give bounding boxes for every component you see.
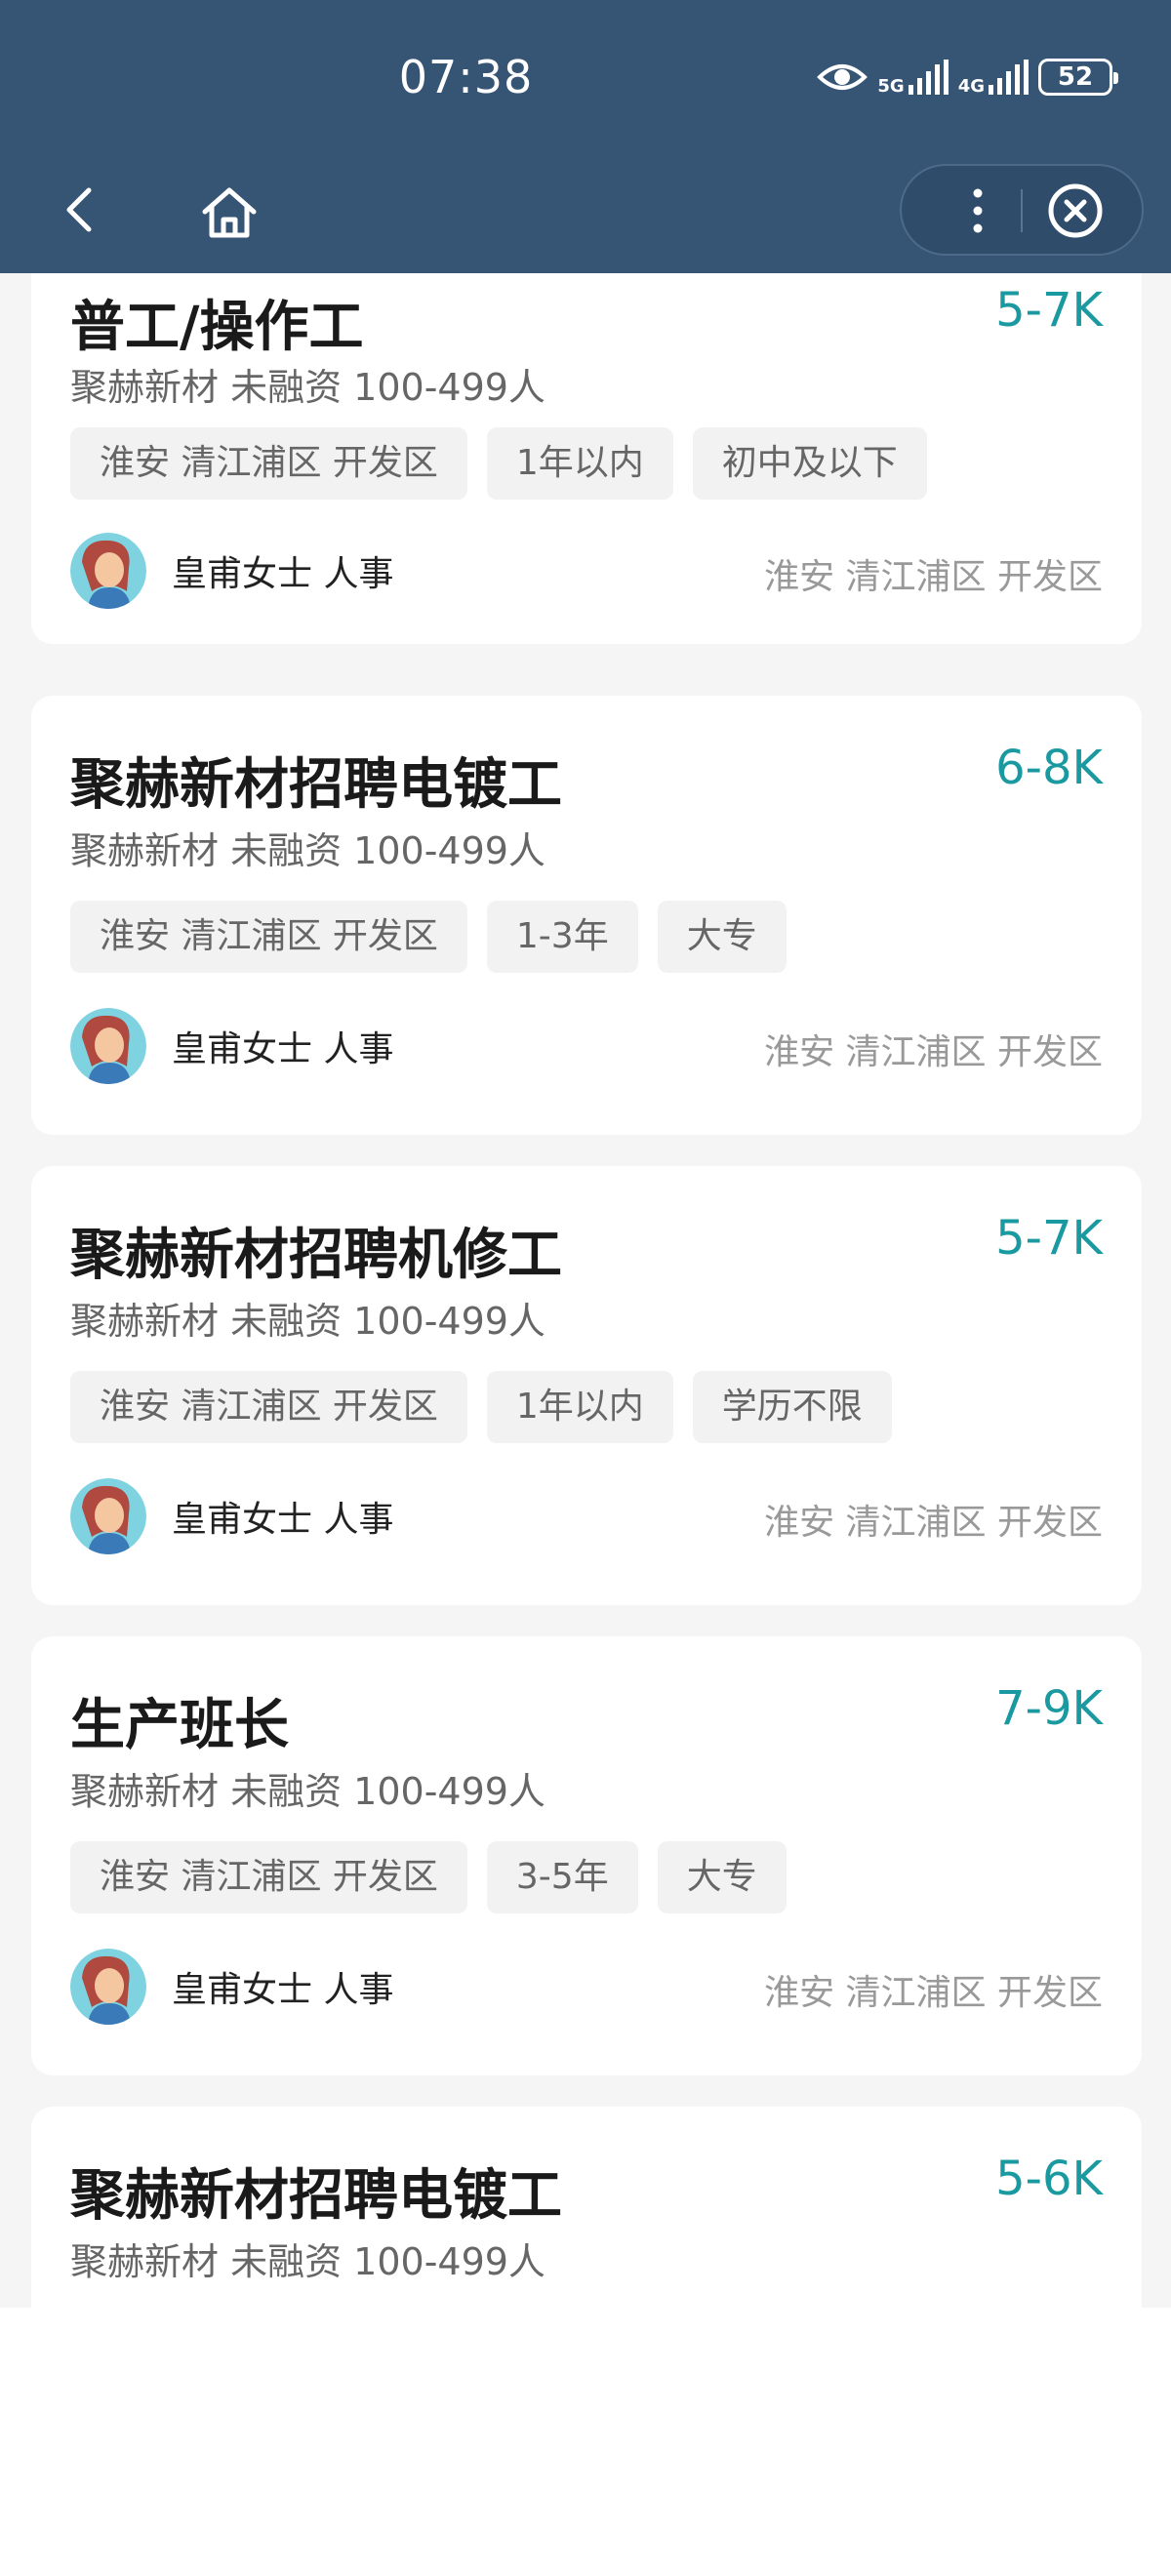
job-salary: 6-8K	[995, 741, 1103, 795]
job-location: 淮安 清江浦区 开发区	[764, 1503, 1103, 1543]
job-tags: 淮安 清江浦区 开发区 1年以内 初中及以下	[70, 427, 927, 500]
chevron-left-icon[interactable]	[54, 181, 112, 239]
tag-education: 学历不限	[692, 1371, 892, 1443]
job-title: 聚赫新材招聘电镀工	[70, 753, 562, 817]
job-location: 淮安 清江浦区 开发区	[764, 557, 1103, 597]
tag-location: 淮安 清江浦区 开发区	[70, 901, 467, 973]
tag-experience: 3-5年	[486, 1841, 638, 1913]
job-salary: 7-9K	[995, 1681, 1103, 1736]
job-location: 淮安 清江浦区 开发区	[764, 1032, 1103, 1072]
tag-education: 初中及以下	[692, 427, 927, 500]
home-icon[interactable]	[195, 179, 263, 247]
job-salary: 5-6K	[995, 2152, 1103, 2206]
eye-icon	[817, 64, 868, 90]
tag-experience: 1-3年	[486, 901, 638, 973]
job-salary: 5-7K	[995, 283, 1103, 338]
battery-indicator: 52	[1038, 59, 1118, 96]
company-info: 聚赫新材 未融资 100-499人	[70, 1770, 545, 1813]
recruiter-name: 皇甫女士 人事	[172, 1029, 394, 1069]
job-title: 生产班长	[70, 1694, 289, 1757]
recruiter: 皇甫女士 人事	[70, 533, 393, 609]
job-list: 普工/操作工 5-7K 聚赫新材 未融资 100-499人 淮安 清江浦区 开发…	[0, 273, 1171, 2308]
job-tags: 淮安 清江浦区 开发区 1年以内 学历不限	[70, 1371, 892, 1443]
signal-5g: 5G	[877, 60, 949, 96]
recruiter-name: 皇甫女士 人事	[172, 1500, 394, 1540]
job-title: 普工/操作工	[70, 296, 364, 359]
job-location: 淮安 清江浦区 开发区	[764, 1973, 1103, 2013]
tag-education: 大专	[657, 1841, 787, 1913]
job-title: 聚赫新材招聘电镀工	[70, 2164, 562, 2228]
recruiter-name: 皇甫女士 人事	[172, 554, 394, 594]
more-vertical-icon[interactable]	[950, 183, 1005, 238]
status-bar: 07:38 5G 4G 52	[0, 0, 1171, 171]
company-info: 聚赫新材 未融资 100-499人	[70, 366, 545, 409]
capsule-menu	[900, 164, 1144, 256]
tag-location: 淮安 清江浦区 开发区	[70, 1371, 467, 1443]
company-info: 聚赫新材 未融资 100-499人	[70, 1300, 545, 1343]
recruiter: 皇甫女士 人事	[70, 1478, 393, 1554]
job-card[interactable]: 生产班长 7-9K 聚赫新材 未融资 100-499人 淮安 清江浦区 开发区 …	[31, 1636, 1142, 2075]
job-card[interactable]: 聚赫新材招聘电镀工 6-8K 聚赫新材 未融资 100-499人 淮安 清江浦区…	[31, 696, 1142, 1135]
company-info: 聚赫新材 未融资 100-499人	[70, 829, 545, 872]
avatar	[70, 1478, 146, 1554]
avatar	[70, 1008, 146, 1084]
tag-experience: 1年以内	[486, 427, 673, 500]
avatar	[70, 1949, 146, 2025]
recruiter: 皇甫女士 人事	[70, 1008, 393, 1084]
job-card[interactable]: 普工/操作工 5-7K 聚赫新材 未融资 100-499人 淮安 清江浦区 开发…	[31, 273, 1142, 644]
company-info: 聚赫新材 未融资 100-499人	[70, 2240, 545, 2283]
signal-4g: 4G	[958, 60, 1029, 96]
capsule-divider	[1021, 189, 1023, 232]
job-card[interactable]: 聚赫新材招聘机修工 5-7K 聚赫新材 未融资 100-499人 淮安 清江浦区…	[31, 1166, 1142, 1605]
tag-experience: 1年以内	[486, 1371, 673, 1443]
job-tags: 淮安 清江浦区 开发区 3-5年 大专	[70, 1841, 787, 1913]
status-icons: 5G 4G 52	[817, 59, 1118, 96]
tag-location: 淮安 清江浦区 开发区	[70, 427, 467, 500]
job-card[interactable]: 聚赫新材招聘电镀工 5-6K 聚赫新材 未融资 100-499人	[31, 2107, 1142, 2308]
avatar	[70, 533, 146, 609]
job-salary: 5-7K	[995, 1211, 1103, 1266]
recruiter: 皇甫女士 人事	[70, 1949, 393, 2025]
mini-program-navbar	[0, 161, 1171, 273]
tag-location: 淮安 清江浦区 开发区	[70, 1841, 467, 1913]
status-time: 07:38	[398, 51, 534, 103]
job-title: 聚赫新材招聘机修工	[70, 1224, 562, 1287]
tag-education: 大专	[657, 901, 787, 973]
close-circle-icon[interactable]	[1046, 181, 1105, 240]
recruiter-name: 皇甫女士 人事	[172, 1970, 394, 2010]
job-tags: 淮安 清江浦区 开发区 1-3年 大专	[70, 901, 787, 973]
